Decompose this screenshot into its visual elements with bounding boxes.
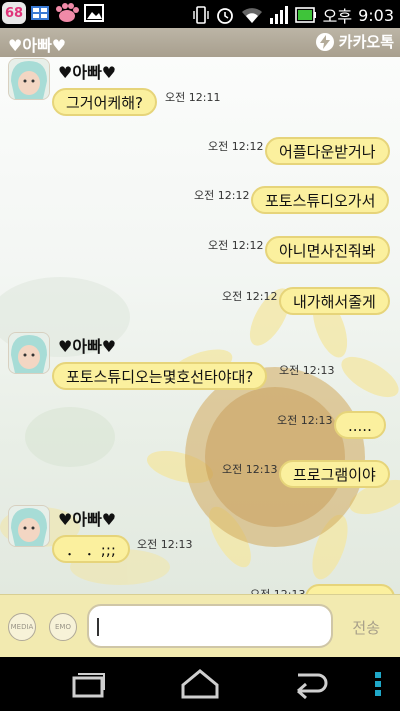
message-timestamp: 오전 12:13 [279,364,335,377]
sender-name: ♥아빠♥ [58,337,117,356]
message-input-bar: MEDIA EMO 전송 [0,594,400,658]
emoticon-button[interactable]: EMO [49,613,77,641]
paw-icon [56,3,79,22]
baby-photo [9,506,49,546]
message-bubble[interactable]: 아니면사진줘봐 [265,236,390,264]
baby-photo [9,59,49,99]
message-timestamp: 오전 12:13 [222,463,278,476]
kakaotalk-brand: 카카오톡 [315,31,394,52]
message-timestamp: 오전 12:11 [165,91,221,104]
chat-room-title[interactable]: ♥아빠♥ [8,32,66,56]
chat-message-list[interactable]: ♥아빠♥ 그거어케해? 오전 12:11 오전 12:12 어플다운받거나 오전… [0,57,400,594]
message-timestamp: 오전 12:12 [208,140,264,153]
wifi-icon [241,8,262,23]
battery-icon [294,7,316,23]
android-navigation-bar [0,657,400,711]
message-timestamp: 오전 12:12 [222,290,278,303]
send-button[interactable]: 전송 [352,617,380,638]
sender-name: ♥아빠♥ [58,63,117,82]
message-bubble[interactable]: 프로그램이야 [279,460,390,488]
message-input[interactable] [87,604,333,648]
alarm-icon [216,8,233,24]
status-bar: 68 오후 9:03 [0,0,400,28]
signal-icon [269,6,288,24]
message-bubble[interactable] [305,584,395,594]
chat-title-bar: ♥아빠♥ 카카오톡 [0,28,400,57]
message-bubble[interactable]: 내가해서줄게 [279,287,390,315]
recent-apps-icon[interactable] [70,667,106,701]
message-timestamp: 오전 12:12 [194,189,250,202]
sender-name: ♥아빠♥ [58,510,117,529]
sender-avatar[interactable] [8,505,50,547]
brand-label: 카카오톡 [338,33,394,51]
back-icon[interactable] [292,667,332,701]
clock-time: 9:03 [358,5,394,25]
home-icon[interactable] [180,667,220,701]
message-timestamp: 오전 12:13 [277,414,333,427]
gallery-icon [84,4,104,22]
grid-app-icon [31,6,49,20]
notification-count-badge: 68 [2,2,26,24]
message-timestamp: 오전 12:12 [208,239,264,252]
message-bubble[interactable]: ． ．;;; [52,535,130,563]
message-bubble[interactable]: ..... [334,411,386,439]
vibrate-icon [192,6,209,24]
text-caret [97,618,99,636]
message-bubble[interactable]: 포토스튜디오가서 [251,186,390,214]
message-bubble[interactable]: 그거어케해? [52,88,157,116]
lightning-icon [315,32,334,51]
message-timestamp: 오전 12:13 [250,586,305,594]
menu-icon[interactable] [372,671,384,697]
sender-avatar[interactable] [8,58,50,100]
message-bubble[interactable]: 어플다운받거나 [265,137,390,165]
ampm-label: 오후 [322,7,353,26]
message-bubble[interactable]: 포토스튜디오는몇호선타야대? [52,362,268,390]
message-timestamp: 오전 12:13 [137,538,193,551]
sender-avatar[interactable] [8,332,50,374]
media-button[interactable]: MEDIA [8,613,36,641]
baby-photo [9,333,49,373]
